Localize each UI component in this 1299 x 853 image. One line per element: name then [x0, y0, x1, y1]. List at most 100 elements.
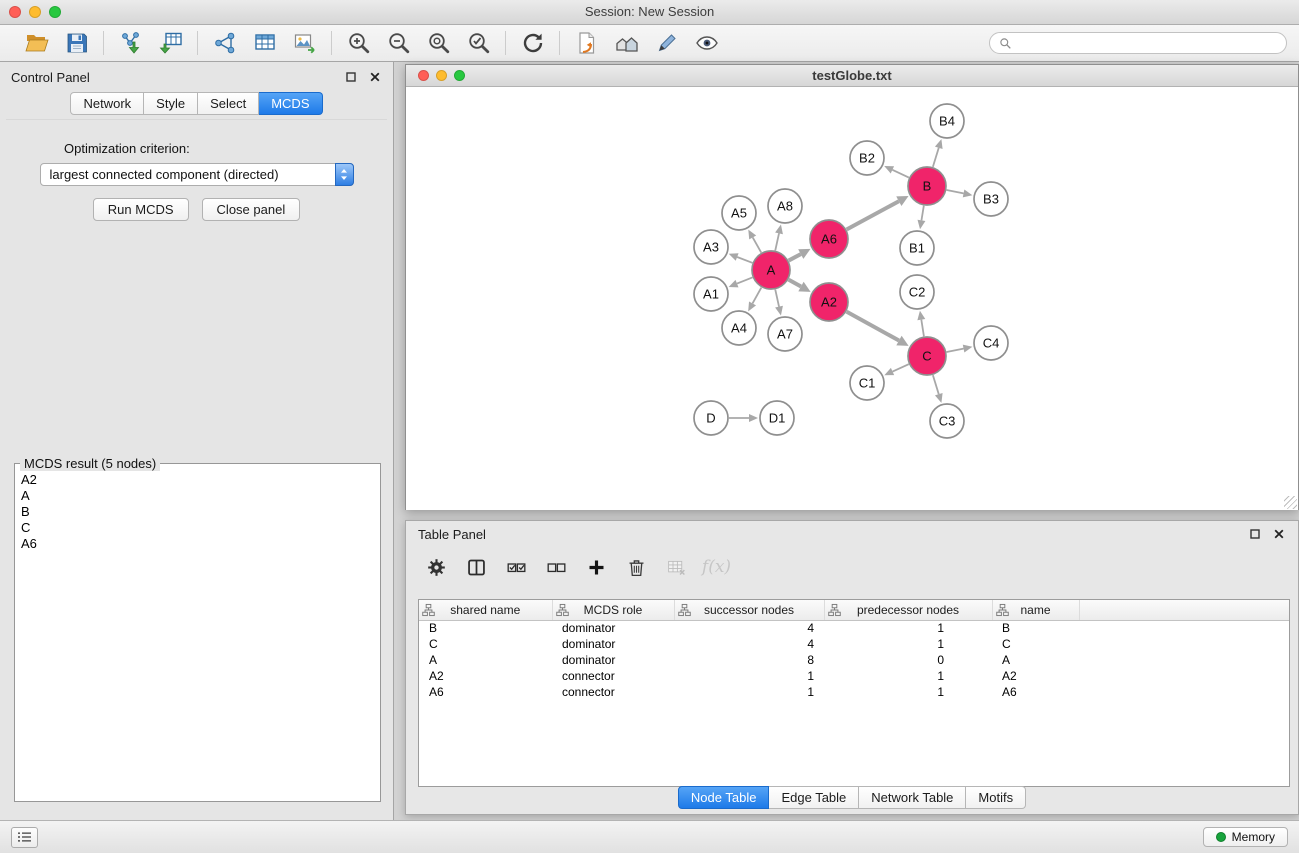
edge-B-B1[interactable] [921, 206, 923, 221]
edge-B-B2[interactable] [892, 170, 909, 178]
node-A3[interactable]: A3 [694, 230, 728, 264]
mcds-result-item[interactable]: A2 [21, 472, 380, 488]
table-tab-edge-table[interactable]: Edge Table [769, 786, 859, 809]
table-row[interactable]: Bdominator41B [419, 620, 1289, 636]
table-tab-network-table[interactable]: Network Table [859, 786, 966, 809]
columns-button[interactable] [464, 555, 489, 580]
open-file-button[interactable] [23, 30, 50, 57]
network-canvas[interactable]: B4B2BB3A5A8A6B1A3AC2A1A2A4A7C4CC1C3DD1 [406, 87, 1298, 510]
show-hide-button[interactable] [693, 30, 720, 57]
cell-name[interactable]: A6 [992, 684, 1079, 700]
node-B2[interactable]: B2 [850, 141, 884, 175]
node-D1[interactable]: D1 [760, 401, 794, 435]
edge-A-A7[interactable] [775, 290, 779, 307]
node-A5[interactable]: A5 [722, 196, 756, 230]
node-A8[interactable]: A8 [768, 189, 802, 223]
cell-name[interactable]: A2 [992, 668, 1079, 684]
edge-B-B4[interactable] [933, 148, 939, 167]
control-tab-select[interactable]: Select [198, 92, 259, 115]
home-button[interactable] [613, 30, 640, 57]
edge-A-A5[interactable] [753, 237, 762, 252]
control-tab-style[interactable]: Style [144, 92, 198, 115]
node-C2[interactable]: C2 [900, 275, 934, 309]
cell-shared-name[interactable]: A6 [419, 684, 552, 700]
mcds-result-item[interactable]: A6 [21, 536, 380, 552]
node-D[interactable]: D [694, 401, 728, 435]
node-A4[interactable]: A4 [722, 311, 756, 345]
cell-predecessor-nodes[interactable]: 1 [824, 684, 992, 700]
edge-A-A8[interactable] [775, 233, 779, 250]
settings-button[interactable] [424, 555, 449, 580]
float-panel-icon[interactable] [344, 70, 358, 84]
criterion-dropdown[interactable]: largest connected component (directed) [40, 163, 354, 186]
cell-predecessor-nodes[interactable]: 1 [824, 620, 992, 636]
delete-table-button[interactable] [664, 555, 689, 580]
cell-predecessor-nodes[interactable]: 0 [824, 652, 992, 668]
zoom-fit-button[interactable] [425, 30, 452, 57]
mcds-result-item[interactable]: B [21, 504, 380, 520]
column-header-MCDS-role[interactable]: MCDS role [552, 600, 674, 620]
close-window-button[interactable] [9, 6, 21, 18]
memory-button[interactable]: Memory [1203, 827, 1288, 847]
save-session-button[interactable] [63, 30, 90, 57]
table-row[interactable]: Adominator80A [419, 652, 1289, 668]
close-control-panel-icon[interactable] [368, 70, 382, 84]
cell-MCDS-role[interactable]: dominator [552, 620, 674, 636]
cell-successor-nodes[interactable]: 4 [674, 636, 824, 652]
float-table-panel-icon[interactable] [1248, 527, 1262, 541]
run-mcds-button[interactable]: Run MCDS [93, 198, 189, 221]
column-header-name[interactable]: name [992, 600, 1079, 620]
minimize-window-button[interactable] [29, 6, 41, 18]
close-table-panel-icon[interactable] [1272, 527, 1286, 541]
edge-A-A2[interactable] [789, 280, 801, 287]
cell-name[interactable]: A [992, 652, 1079, 668]
task-history-button[interactable] [11, 827, 38, 848]
network-graph[interactable]: B4B2BB3A5A8A6B1A3AC2A1A2A4A7C4CC1C3DD1 [406, 87, 1298, 510]
export-image-button[interactable] [291, 30, 318, 57]
apply-layout-button[interactable] [519, 30, 546, 57]
node-B3[interactable]: B3 [974, 182, 1008, 216]
resize-gripper[interactable] [1284, 496, 1297, 509]
column-header-shared-name[interactable]: shared name [419, 600, 552, 620]
node-C[interactable]: C [908, 337, 946, 375]
select-all-button[interactable] [504, 555, 529, 580]
search-box[interactable] [989, 32, 1287, 54]
table-tab-node-table[interactable]: Node Table [678, 786, 770, 809]
cell-successor-nodes[interactable]: 8 [674, 652, 824, 668]
edge-C-C1[interactable] [893, 364, 909, 371]
node-A2[interactable]: A2 [810, 283, 848, 321]
mcds-result-item[interactable]: C [21, 520, 380, 536]
network-window-close-button[interactable] [418, 70, 429, 81]
export-document-button[interactable] [573, 30, 600, 57]
edge-A-A4[interactable] [753, 288, 762, 304]
table-row[interactable]: Cdominator41C [419, 636, 1289, 652]
mcds-result-item[interactable]: A [21, 488, 380, 504]
zoom-selected-button[interactable] [465, 30, 492, 57]
zoom-out-button[interactable] [385, 30, 412, 57]
edge-B-B3[interactable] [947, 190, 964, 193]
table-tab-motifs[interactable]: Motifs [966, 786, 1026, 809]
table-row[interactable]: A6connector11A6 [419, 684, 1289, 700]
cell-name[interactable]: B [992, 620, 1079, 636]
search-input[interactable] [1017, 36, 1277, 50]
cell-MCDS-role[interactable]: dominator [552, 652, 674, 668]
style-brush-button[interactable] [653, 30, 680, 57]
edge-C-C4[interactable] [947, 349, 964, 352]
cell-predecessor-nodes[interactable]: 1 [824, 668, 992, 684]
cell-shared-name[interactable]: B [419, 620, 552, 636]
node-A1[interactable]: A1 [694, 277, 728, 311]
cell-MCDS-role[interactable]: dominator [552, 636, 674, 652]
cell-successor-nodes[interactable]: 1 [674, 668, 824, 684]
import-table-button[interactable] [157, 30, 184, 57]
edge-A2-C[interactable] [847, 312, 899, 341]
node-A7[interactable]: A7 [768, 317, 802, 351]
control-tab-network[interactable]: Network [70, 92, 144, 115]
cell-MCDS-role[interactable]: connector [552, 668, 674, 684]
zoom-window-button[interactable] [49, 6, 61, 18]
add-button[interactable] [584, 555, 609, 580]
control-tab-mcds[interactable]: MCDS [259, 92, 322, 115]
edge-A-A1[interactable] [737, 277, 752, 283]
node-A[interactable]: A [752, 251, 790, 289]
cell-MCDS-role[interactable]: connector [552, 684, 674, 700]
edge-C-C3[interactable] [933, 375, 939, 394]
